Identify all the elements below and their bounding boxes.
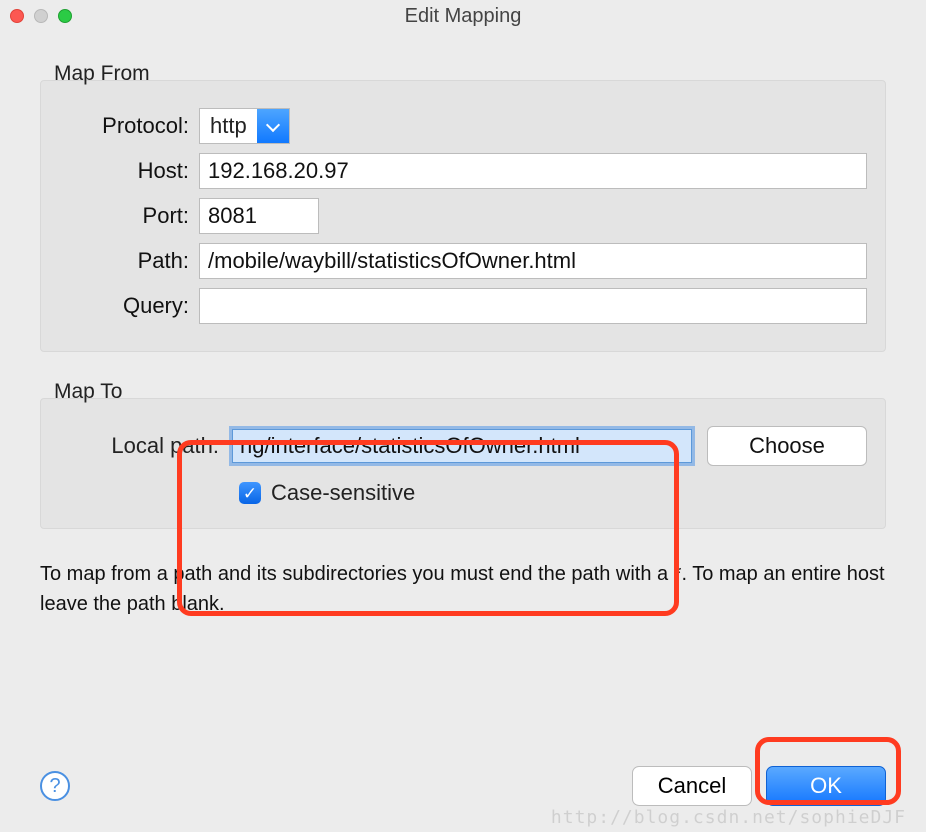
local-path-row: Local path: Choose [59, 426, 867, 466]
protocol-value: http [200, 109, 257, 143]
protocol-row: Protocol: http [59, 108, 867, 144]
map-to-inner: Local path: Choose ✓ Case-sensitive [40, 398, 886, 529]
host-input[interactable] [199, 153, 867, 189]
protocol-dropdown-button[interactable] [257, 109, 289, 143]
help-button[interactable]: ? [40, 771, 70, 801]
port-label: Port: [59, 203, 199, 229]
case-sensitive-row: ✓ Case-sensitive [239, 480, 867, 506]
title-bar: Edit Mapping [0, 0, 926, 32]
choose-button[interactable]: Choose [707, 426, 867, 466]
window-title: Edit Mapping [0, 5, 926, 28]
map-from-group: Map From Protocol: http Host: Port: [40, 80, 886, 352]
host-label: Host: [59, 158, 199, 184]
case-sensitive-label: Case-sensitive [271, 480, 415, 506]
local-path-input[interactable] [229, 426, 695, 466]
case-sensitive-checkbox[interactable]: ✓ [239, 482, 261, 504]
protocol-label: Protocol: [59, 113, 199, 139]
path-row: Path: [59, 243, 867, 279]
watermark: http://blog.csdn.net/sophieDJF [551, 807, 906, 828]
local-path-label: Local path: [59, 433, 229, 459]
checkmark-icon: ✓ [243, 485, 257, 502]
dialog-content: Map From Protocol: http Host: Port: [0, 32, 926, 629]
query-label: Query: [59, 293, 199, 319]
host-row: Host: [59, 153, 867, 189]
protocol-select[interactable]: http [199, 108, 290, 144]
port-row: Port: [59, 198, 867, 234]
path-input[interactable] [199, 243, 867, 279]
question-icon: ? [49, 775, 60, 798]
chevron-down-icon [266, 117, 280, 131]
query-input[interactable] [199, 288, 867, 324]
footer-buttons: Cancel OK [632, 766, 886, 806]
dialog-footer: ? Cancel OK [40, 766, 886, 806]
map-to-legend: Map To [54, 380, 123, 404]
cancel-button[interactable]: Cancel [632, 766, 752, 806]
path-label: Path: [59, 248, 199, 274]
ok-button[interactable]: OK [766, 766, 886, 806]
query-row: Query: [59, 288, 867, 324]
map-to-group: Map To Local path: Choose ✓ Case-sensiti… [40, 398, 886, 529]
map-from-legend: Map From [54, 62, 150, 86]
port-input[interactable] [199, 198, 319, 234]
map-from-inner: Protocol: http Host: Port: Path: [40, 80, 886, 352]
hint-text: To map from a path and its subdirectorie… [40, 559, 886, 619]
